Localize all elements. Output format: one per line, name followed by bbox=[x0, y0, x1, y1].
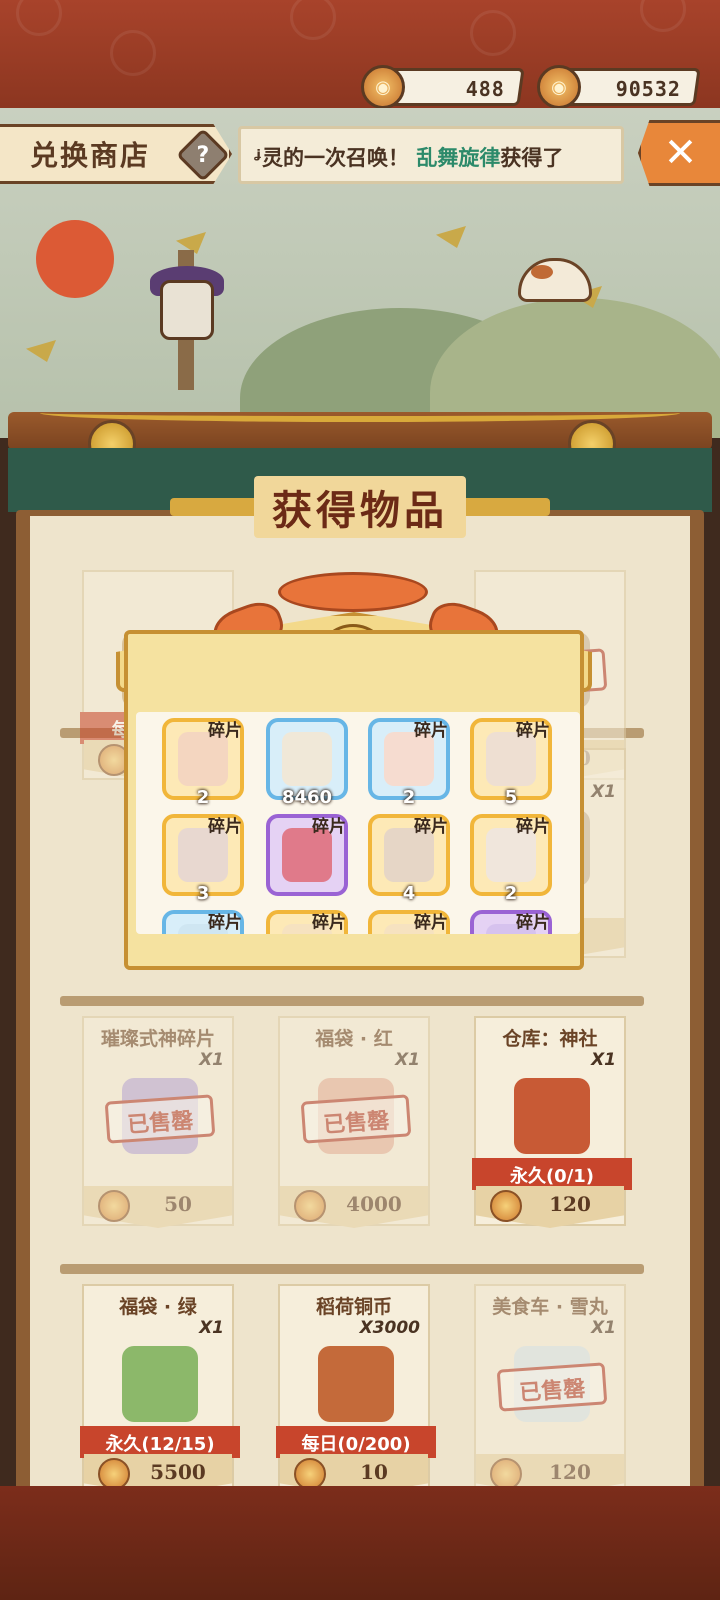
bird-icon bbox=[26, 340, 56, 362]
sun-decor bbox=[36, 220, 114, 298]
ticker-prefix: ᶨ灵的一次召唤！ bbox=[253, 146, 410, 170]
fragment-tag: 碎片 bbox=[208, 913, 242, 933]
shop-item-name: 稻荷铜币 bbox=[315, 1296, 392, 1318]
ticker-player-name: 乱舞旋律 bbox=[416, 146, 501, 170]
reward-count: 8460 bbox=[281, 787, 333, 808]
shelf-divider bbox=[60, 996, 644, 1006]
reward-item[interactable]: 碎片 bbox=[368, 910, 450, 934]
shop-item-quantity: X1 bbox=[591, 782, 616, 802]
fragment-tag: 碎片 bbox=[414, 817, 448, 837]
decor-flower bbox=[110, 30, 156, 76]
shop-item-icon bbox=[122, 1346, 198, 1422]
coin-icon bbox=[294, 1190, 326, 1222]
shop-item-quantity: X1 bbox=[591, 1318, 616, 1338]
shop-item-card[interactable]: 仓库：神社 X1 永久(0/1) 120 bbox=[472, 1016, 632, 1228]
reward-portrait-icon bbox=[282, 732, 332, 786]
reward-list[interactable]: 碎片 2 8460 碎片 2 碎片 5 碎片 3 碎片 碎片 4 碎片 2 碎片 碎片 碎片 碎片 bbox=[136, 712, 580, 934]
currency-copper[interactable]: ◉ 90532 bbox=[537, 65, 701, 109]
shop-item-price: 120 bbox=[549, 1192, 591, 1216]
shrine-rope bbox=[40, 404, 680, 422]
shop-item-price: 120 bbox=[549, 1460, 591, 1484]
coin-icon bbox=[98, 1190, 130, 1222]
ribbon-bow-icon bbox=[278, 572, 428, 612]
shop-item-card[interactable]: 璀璨式神碎片 X1 50 已售罄 bbox=[82, 1016, 234, 1228]
reward-count: 2 bbox=[402, 787, 416, 808]
shop-item-price: 50 bbox=[164, 1192, 192, 1216]
reward-title: 获得物品 bbox=[254, 476, 466, 538]
shop-title: 兑换商店 bbox=[30, 139, 151, 172]
shop-item-price: 4000 bbox=[346, 1192, 402, 1216]
shop-item-card[interactable]: 福袋 · 红 X1 4000 已售罄 bbox=[278, 1016, 430, 1228]
ticker-suffix: 获得了 bbox=[500, 146, 564, 170]
shop-item-quantity: X3000 bbox=[359, 1318, 420, 1338]
reward-item[interactable]: 碎片 5 bbox=[470, 718, 552, 808]
reward-count: 2 bbox=[196, 787, 210, 808]
fragment-tag: 碎片 bbox=[312, 913, 346, 933]
fragment-tag: 碎片 bbox=[516, 721, 550, 741]
reward-item[interactable]: 碎片 2 bbox=[368, 718, 450, 808]
reward-item[interactable]: 碎片 2 bbox=[470, 814, 552, 904]
close-button[interactable]: ✕ bbox=[638, 120, 720, 186]
reward-item[interactable]: 碎片 3 bbox=[162, 814, 244, 904]
shop-item-card[interactable]: 福袋 · 绿 X1 永久(12/15) 5500 bbox=[80, 1284, 240, 1496]
reward-item[interactable]: 碎片 bbox=[266, 910, 348, 934]
shop-item-quantity: X1 bbox=[591, 1050, 616, 1070]
shop-item-price: 5500 bbox=[150, 1460, 206, 1484]
shop-item-quantity: X1 bbox=[395, 1050, 420, 1070]
coin-icon bbox=[490, 1190, 522, 1222]
shop-item-icon bbox=[514, 1078, 590, 1154]
fragment-tag: 碎片 bbox=[208, 817, 242, 837]
jade-coin-icon: ◉ bbox=[361, 65, 405, 109]
shop-item-quantity: X1 bbox=[199, 1318, 224, 1338]
fragment-tag: 碎片 bbox=[516, 913, 550, 933]
sold-out-stamp: 已售罄 bbox=[104, 1094, 216, 1144]
purchase-limit: 永久(12/15) bbox=[80, 1426, 240, 1458]
shop-item-name: 福袋 · 绿 bbox=[119, 1296, 197, 1318]
shop-item-price: 10 bbox=[360, 1460, 388, 1484]
shop-item-quantity: X1 bbox=[199, 1050, 224, 1070]
bottom-banner bbox=[0, 1486, 720, 1600]
reward-count: 2 bbox=[504, 883, 518, 904]
reward-item[interactable]: 碎片 bbox=[266, 814, 348, 896]
fragment-tag: 碎片 bbox=[208, 721, 242, 741]
reward-item[interactable]: 碎片 bbox=[162, 910, 244, 934]
reward-count: 4 bbox=[402, 883, 416, 904]
reward-item[interactable]: 碎片 2 bbox=[162, 718, 244, 808]
fragment-tag: 碎片 bbox=[312, 817, 346, 837]
currency-jade-amount: 488 bbox=[465, 77, 505, 101]
copper-coin-icon: ◉ bbox=[537, 65, 581, 109]
announcement-ticker: ᶨ灵的一次召唤！ 乱舞旋律获得了 bbox=[238, 126, 624, 184]
currency-copper-amount: 90532 bbox=[615, 77, 681, 101]
reward-title-banner: 获得物品 bbox=[170, 476, 550, 538]
purchase-limit: 每日(0/200) bbox=[276, 1426, 436, 1458]
reward-item[interactable]: 碎片 bbox=[470, 910, 552, 934]
decor-flower bbox=[16, 0, 62, 36]
shop-item-card[interactable]: 美食车 · 雪丸 X1 120 已售罄 bbox=[474, 1284, 626, 1496]
question-icon: ? bbox=[196, 142, 210, 168]
shop-item-icon bbox=[318, 1346, 394, 1422]
shop-item-name: 美食车 · 雪丸 bbox=[492, 1296, 608, 1318]
shop-item-name: 璀璨式神碎片 bbox=[100, 1028, 215, 1050]
decor-flower bbox=[290, 0, 336, 40]
bird-icon bbox=[436, 226, 466, 248]
currency-jade[interactable]: ◉ 488 bbox=[361, 65, 525, 109]
reward-item[interactable]: 碎片 4 bbox=[368, 814, 450, 904]
scarecrow-character bbox=[128, 240, 238, 390]
purchase-limit: 永久(0/1) bbox=[472, 1158, 632, 1190]
close-icon: ✕ bbox=[663, 130, 698, 176]
fragment-tag: 碎片 bbox=[414, 913, 448, 933]
decor-flower bbox=[640, 0, 686, 32]
shelf-divider bbox=[60, 1264, 644, 1274]
decor-flower bbox=[470, 10, 516, 56]
sold-out-stamp: 已售罄 bbox=[496, 1362, 608, 1412]
fragment-tag: 碎片 bbox=[414, 721, 448, 741]
shop-item-name: 福袋 · 红 bbox=[315, 1028, 393, 1050]
fragment-tag: 碎片 bbox=[516, 817, 550, 837]
shop-item-name: 仓库：神社 bbox=[502, 1028, 598, 1050]
reward-count: 5 bbox=[504, 787, 518, 808]
reward-item[interactable]: 8460 bbox=[266, 718, 348, 808]
shop-item-card[interactable]: 稻荷铜币 X3000 每日(0/200) 10 bbox=[276, 1284, 436, 1496]
sold-out-stamp: 已售罄 bbox=[300, 1094, 412, 1144]
reward-count: 3 bbox=[196, 883, 210, 904]
